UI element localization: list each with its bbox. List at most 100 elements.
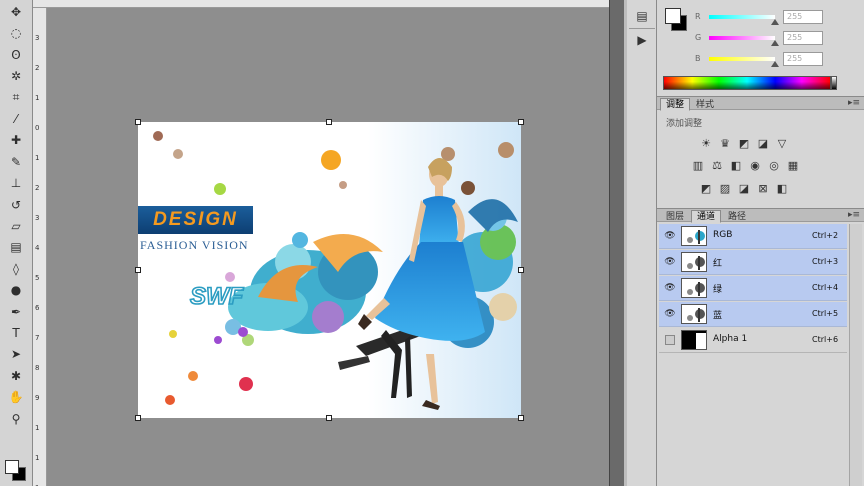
shape-tool-icon[interactable]: ✱ — [6, 367, 26, 385]
document-canvas[interactable]: SWF DESIGN FASHION VISION — [138, 122, 521, 418]
clone-stamp-tool-icon[interactable]: ⊥ — [6, 174, 26, 192]
lasso-tool-icon[interactable]: ʘ — [6, 46, 26, 64]
channel-name: 绿 — [713, 285, 723, 295]
channel-row[interactable]: 👁 RGB Ctrl+2 — [659, 224, 847, 249]
color-balance-icon[interactable]: ⚖ — [710, 158, 724, 172]
eye-visibility-icon[interactable]: 👁 — [663, 282, 677, 294]
eye-visibility-icon[interactable]: 👁 — [663, 256, 677, 268]
healing-brush-tool-icon[interactable]: ✚ — [6, 131, 26, 149]
ruler-number: 4 — [35, 244, 40, 252]
transform-handle-tl[interactable] — [135, 119, 141, 125]
color-channel-label: B — [695, 54, 701, 63]
channel-shortcut: Ctrl+3 — [812, 257, 839, 266]
quick-select-tool-icon[interactable]: ✲ — [6, 67, 26, 85]
channel-row[interactable]: Alpha 1 Ctrl+6 — [659, 328, 847, 353]
selective-color-icon[interactable]: ⊠ — [756, 181, 770, 195]
marquee-tool-icon[interactable]: ◌ — [6, 24, 26, 42]
canvas-workspace[interactable]: SWF DESIGN FASHION VISION — [47, 8, 609, 486]
black-white-icon[interactable]: ◧ — [729, 158, 743, 172]
hue-saturation-icon[interactable]: ▥ — [691, 158, 705, 172]
panel-menu-icon[interactable]: ▸≡ — [848, 98, 860, 108]
channels-scrollbar[interactable] — [849, 224, 862, 486]
type-tool-icon[interactable]: T — [6, 324, 26, 342]
move-tool-icon[interactable]: ✥ — [6, 3, 26, 21]
hand-tool-icon[interactable]: ✋ — [6, 388, 26, 406]
invert-icon[interactable]: ◩ — [699, 181, 713, 195]
channel-name: RGB — [713, 230, 733, 240]
channel-preview — [682, 253, 706, 271]
color-slider-track[interactable] — [709, 57, 775, 61]
color-slider-thumb[interactable] — [771, 19, 779, 25]
photo-filter-icon[interactable]: ◉ — [748, 158, 762, 172]
curves-icon[interactable]: ◩ — [737, 136, 751, 150]
channel-name: 蓝 — [713, 311, 723, 321]
foreground-color-swatch[interactable] — [665, 8, 681, 24]
dodge-tool-icon[interactable]: ● — [6, 281, 26, 299]
channel-preview — [682, 305, 706, 323]
transform-handle-br[interactable] — [518, 415, 524, 421]
history-brush-tool-icon[interactable]: ↺ — [6, 196, 26, 214]
transform-handle-bm[interactable] — [326, 415, 332, 421]
ruler-number: 1 — [35, 94, 40, 102]
ruler-number: 3 — [35, 214, 40, 222]
panel-menu-icon[interactable]: ▸≡ — [848, 210, 860, 220]
color-value-field[interactable]: 255 — [783, 52, 823, 66]
eraser-tool-icon[interactable]: ▱ — [6, 217, 26, 235]
channel-row[interactable]: 👁 绿 Ctrl+4 — [659, 276, 847, 301]
color-lookup-icon[interactable]: ▦ — [786, 158, 800, 172]
history-panel-icon[interactable]: ▤ — [631, 6, 653, 26]
channel-thumbnail — [681, 330, 707, 350]
channel-name: 红 — [713, 259, 723, 269]
tab-layers[interactable]: 图层 — [660, 210, 690, 223]
transform-handle-bl[interactable] — [135, 415, 141, 421]
fashion-vision-text: FASHION VISION — [140, 238, 249, 252]
transform-handle-ml[interactable] — [135, 267, 141, 273]
eye-visibility-icon[interactable]: 👁 — [663, 308, 677, 320]
color-value-field[interactable]: 255 — [783, 31, 823, 45]
posterize-icon[interactable]: ▨ — [718, 181, 732, 195]
color-slider-thumb[interactable] — [771, 40, 779, 46]
black-white-ramp[interactable] — [831, 76, 837, 90]
eye-visibility-icon[interactable]: 👁 — [663, 230, 677, 242]
transform-handle-mr[interactable] — [518, 267, 524, 273]
tab-adjustments[interactable]: 调整 — [660, 98, 691, 111]
color-channel-label: R — [695, 12, 701, 21]
color-slider-track[interactable] — [709, 15, 775, 19]
visibility-toggle-empty[interactable] — [665, 335, 675, 345]
channel-shortcut: Ctrl+4 — [812, 283, 839, 292]
artwork: SWF — [138, 122, 521, 418]
foreground-color-icon[interactable] — [5, 460, 19, 474]
gradient-tool-icon[interactable]: ▤ — [6, 238, 26, 256]
levels-icon[interactable]: ♛ — [718, 136, 732, 150]
actions-panel-icon[interactable]: ▶ — [631, 30, 653, 50]
channel-row[interactable]: 👁 红 Ctrl+3 — [659, 250, 847, 275]
color-value-field[interactable]: 255 — [783, 10, 823, 24]
blur-tool-icon[interactable]: ◊ — [6, 260, 26, 278]
eyedropper-tool-icon[interactable]: ⁄ — [6, 110, 26, 128]
tab-styles[interactable]: 样式 — [690, 98, 720, 111]
color-spectrum-bar[interactable] — [663, 76, 831, 90]
path-select-tool-icon[interactable]: ➤ — [6, 345, 26, 363]
channel-mixer-icon[interactable]: ◎ — [767, 158, 781, 172]
horizontal-ruler — [33, 0, 609, 8]
transform-handle-tr[interactable] — [518, 119, 524, 125]
crop-tool-icon[interactable]: ⌗ — [6, 89, 26, 107]
channel-shortcut: Ctrl+5 — [812, 309, 839, 318]
color-slider-track[interactable] — [709, 36, 775, 40]
exposure-icon[interactable]: ◪ — [756, 136, 770, 150]
gradient-map-icon[interactable]: ◧ — [775, 181, 789, 195]
vibrance-icon[interactable]: ▽ — [775, 136, 789, 150]
color-slider-thumb[interactable] — [771, 61, 779, 67]
brightness-icon[interactable]: ☀ — [699, 136, 713, 150]
brush-tool-icon[interactable]: ✎ — [6, 153, 26, 171]
transform-handle-tm[interactable] — [326, 119, 332, 125]
tab-channels[interactable]: 通道 — [691, 210, 722, 223]
tab-paths[interactable]: 路径 — [722, 210, 752, 223]
add-adjustment-title: 添加调整 — [666, 119, 703, 129]
channel-row[interactable]: 👁 蓝 Ctrl+5 — [659, 302, 847, 327]
zoom-tool-icon[interactable]: ⚲ — [6, 410, 26, 428]
channel-preview — [682, 279, 706, 297]
color-slider-row-b: B 255 — [695, 52, 857, 68]
threshold-icon[interactable]: ◪ — [737, 181, 751, 195]
pen-tool-icon[interactable]: ✒ — [6, 303, 26, 321]
